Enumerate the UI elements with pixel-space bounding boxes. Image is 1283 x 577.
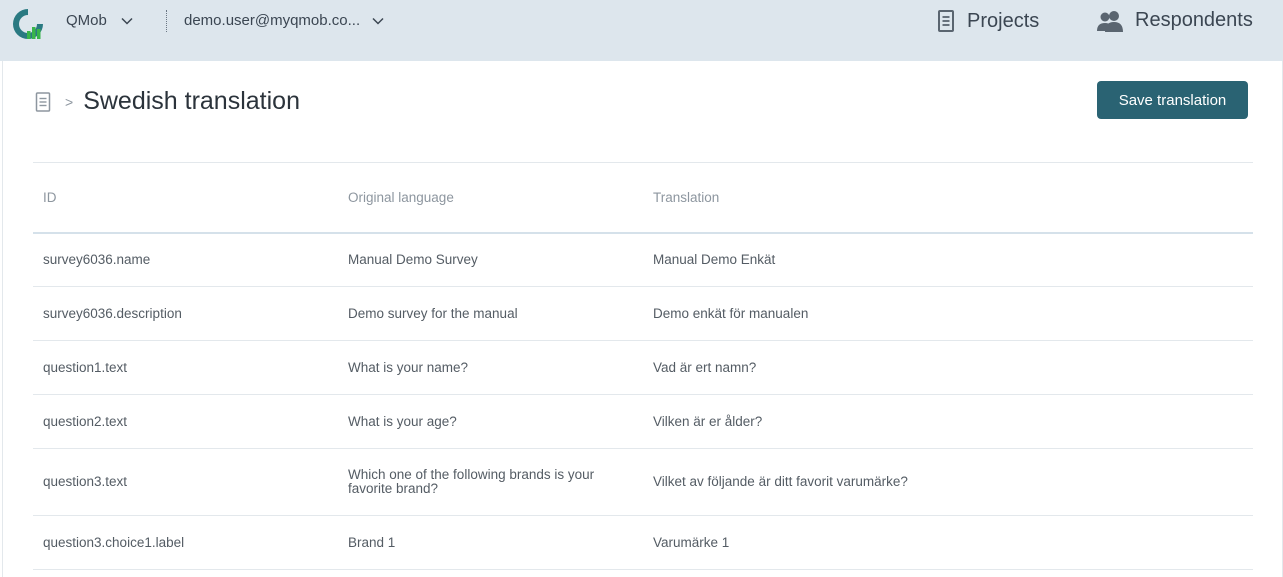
translation-table: ID Original language Translation survey6… xyxy=(33,162,1253,570)
save-translation-button[interactable]: Save translation xyxy=(1097,81,1248,119)
top-bar: QMob demo.user@myqmob.co... Projects Res… xyxy=(0,0,1283,61)
cell-id: question3.choice1.label xyxy=(43,534,185,550)
user-email: demo.user@myqmob.co... xyxy=(184,12,361,29)
document-icon[interactable] xyxy=(35,91,51,113)
table-row: question3.choice1.label Brand 1 Varumärk… xyxy=(33,516,1253,570)
nav-respondents[interactable]: Respondents xyxy=(1097,9,1253,32)
cell-original: Demo survey for the manual xyxy=(348,305,518,321)
cell-original: What is your name? xyxy=(348,359,469,375)
nav-respondents-label: Respondents xyxy=(1135,9,1253,31)
cell-original: Which one of the following brands is you… xyxy=(348,467,595,496)
cell-original: Brand 1 xyxy=(348,534,396,550)
breadcrumb-separator: > xyxy=(65,93,74,110)
cell-translation[interactable]: Vilket av följande är ditt favorit varum… xyxy=(643,449,1253,516)
cell-translation[interactable]: Varumärke 1 xyxy=(643,516,1253,570)
org-name: QMob xyxy=(66,12,107,29)
document-icon xyxy=(938,10,954,32)
cell-translation[interactable]: Manual Demo Enkät xyxy=(643,233,1253,287)
column-header-original: Original language xyxy=(348,189,454,205)
cell-original: Manual Demo Survey xyxy=(348,251,478,267)
table-row: question2.text What is your age? Vilken … xyxy=(33,395,1253,449)
cell-id: question3.text xyxy=(43,474,128,489)
cell-translation[interactable]: Vad är ert namn? xyxy=(643,341,1253,395)
chevron-down-icon xyxy=(121,17,133,25)
nav-projects-label: Projects xyxy=(967,9,1040,32)
table-row: survey6036.name Manual Demo Survey Manua… xyxy=(33,233,1253,287)
chevron-down-icon xyxy=(372,17,384,25)
qmob-logo-icon[interactable] xyxy=(10,6,46,42)
main-content: > Swedish translation Save translation I… xyxy=(2,61,1283,577)
column-header-id: ID xyxy=(43,189,57,205)
cell-original: What is your age? xyxy=(348,413,457,429)
cell-translation[interactable]: Demo enkät för manualen xyxy=(643,287,1253,341)
column-header-translation: Translation xyxy=(653,189,720,205)
cell-translation[interactable]: Vilken är er ålder? xyxy=(643,395,1253,449)
nav-projects[interactable]: Projects xyxy=(937,9,1039,33)
table-row: question1.text What is your name? Vad är… xyxy=(33,341,1253,395)
table-row: survey6036.description Demo survey for t… xyxy=(33,287,1253,341)
user-menu[interactable]: demo.user@myqmob.co... xyxy=(184,12,384,29)
table-header-row: ID Original language Translation xyxy=(33,162,1253,233)
org-selector[interactable]: QMob xyxy=(66,12,133,29)
table-row: question3.text Which one of the followin… xyxy=(33,449,1253,516)
header-divider xyxy=(166,10,167,32)
page-title: Swedish translation xyxy=(83,87,300,115)
cell-id: survey6036.name xyxy=(43,251,151,267)
cell-id: question1.text xyxy=(43,359,128,375)
people-icon xyxy=(1097,10,1123,32)
breadcrumb: > Swedish translation xyxy=(35,87,300,116)
cell-id: question2.text xyxy=(43,413,128,429)
cell-id: survey6036.description xyxy=(43,305,182,321)
